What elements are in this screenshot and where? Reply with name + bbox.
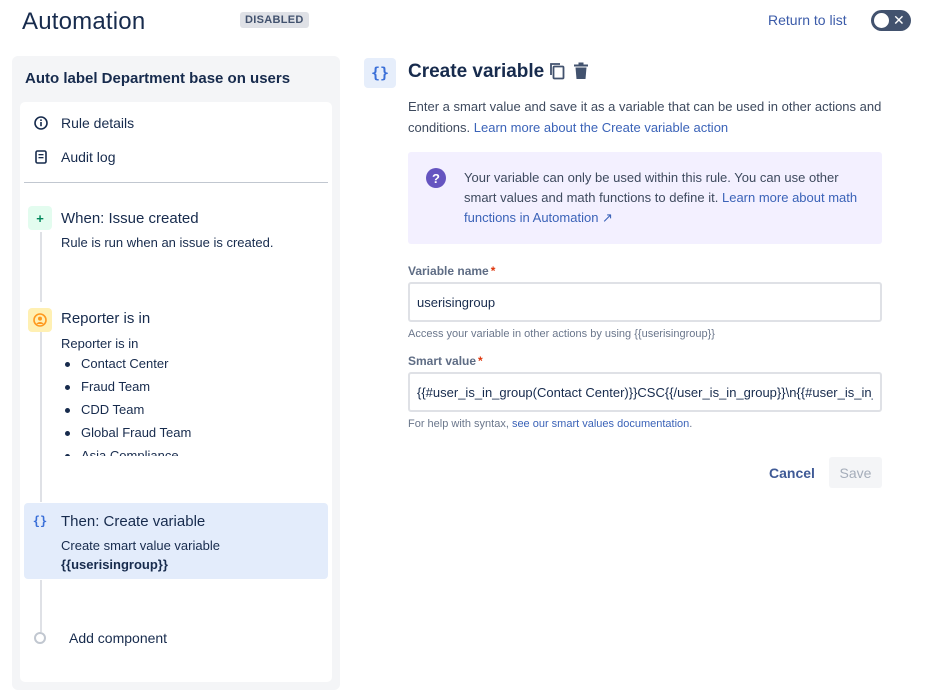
list-item: Fraud Team [61,375,191,398]
variable-name-label: Variable name * [408,264,495,278]
save-button[interactable]: Save [829,457,882,488]
document-icon [32,148,50,166]
component-title: Reporter is in [61,310,151,327]
rule-components-card: Rule details Audit log + When: Issue cre… [20,102,332,682]
timeline-connector [40,580,42,632]
copy-icon[interactable] [549,62,565,85]
user-condition-icon [28,308,52,332]
required-mark: * [478,354,483,368]
component-description: Create smart value variable [61,538,220,553]
smart-values-docs-link[interactable]: see our smart values documentation [512,418,689,430]
list-item: Asia Compliance [61,444,191,456]
variable-name-helper: Access your variable in other actions by… [408,328,715,340]
rule-panel: Auto label Department base on users Rule… [12,56,340,690]
smart-value-label: Smart value * [408,354,483,368]
info-text: Your variable can only be used within th… [464,168,864,228]
component-trigger[interactable]: + When: Issue created Rule is run when a… [24,204,328,264]
nav-audit-log-label: Audit log [61,149,116,165]
return-to-list-link[interactable]: Return to list [768,12,847,28]
helper-suffix: . [689,418,693,430]
variable-reference: {{userisingroup}} [61,557,168,572]
component-description: Enter a smart value and save it as a var… [408,96,888,138]
component-title: When: Issue created [61,210,199,227]
info-panel: ? Your variable can only be used within … [408,152,882,244]
component-detail-title: Create variable [408,61,545,82]
nav-rule-details-label: Rule details [61,115,135,131]
toggle-knob [874,13,889,28]
cancel-button[interactable]: Cancel [758,457,826,488]
label-text: Variable name [408,264,489,278]
group-list: Contact Center Fraud Team CDD Team Globa… [61,352,191,456]
info-icon [32,114,50,132]
close-icon: ✕ [893,12,905,28]
helper-text: For help with syntax, [408,418,509,430]
smart-value-helper: For help with syntax, see our smart valu… [408,418,692,430]
status-badge: DISABLED [240,12,309,28]
rule-name: Auto label Department base on users [25,70,291,87]
nav-rule-details[interactable]: Rule details [32,114,134,132]
braces-icon: {} [32,514,48,528]
component-action[interactable]: {} Then: Create variable Create smart va… [24,503,328,579]
component-condition[interactable]: Reporter is in Reporter is in Contact Ce… [24,306,328,456]
braces-icon: {} [364,58,396,88]
add-component-button[interactable]: Add component [32,630,167,646]
rule-enable-toggle[interactable]: ✕ [871,10,911,31]
label-text: Smart value [408,354,477,368]
list-item: Contact Center [61,352,191,375]
list-item: Global Fraud Team [61,421,191,444]
nav-audit-log[interactable]: Audit log [32,148,115,166]
trash-icon[interactable] [573,62,589,85]
page-title: Automation [22,8,146,35]
list-item: CDD Team [61,398,191,421]
required-mark: * [490,264,496,278]
divider [24,182,328,183]
component-description: Reporter is in [61,336,139,351]
component-title: Then: Create variable [61,513,206,530]
add-node-icon [34,632,46,644]
component-description: Rule is run when an issue is created. [61,235,274,250]
add-component-label: Add component [69,630,168,646]
question-icon: ? [426,168,446,188]
smart-value-field[interactable] [408,372,882,412]
plus-icon: + [28,206,52,230]
variable-name-field[interactable] [408,282,882,322]
learn-more-variable-link[interactable]: Learn more about the Create variable act… [474,120,728,135]
